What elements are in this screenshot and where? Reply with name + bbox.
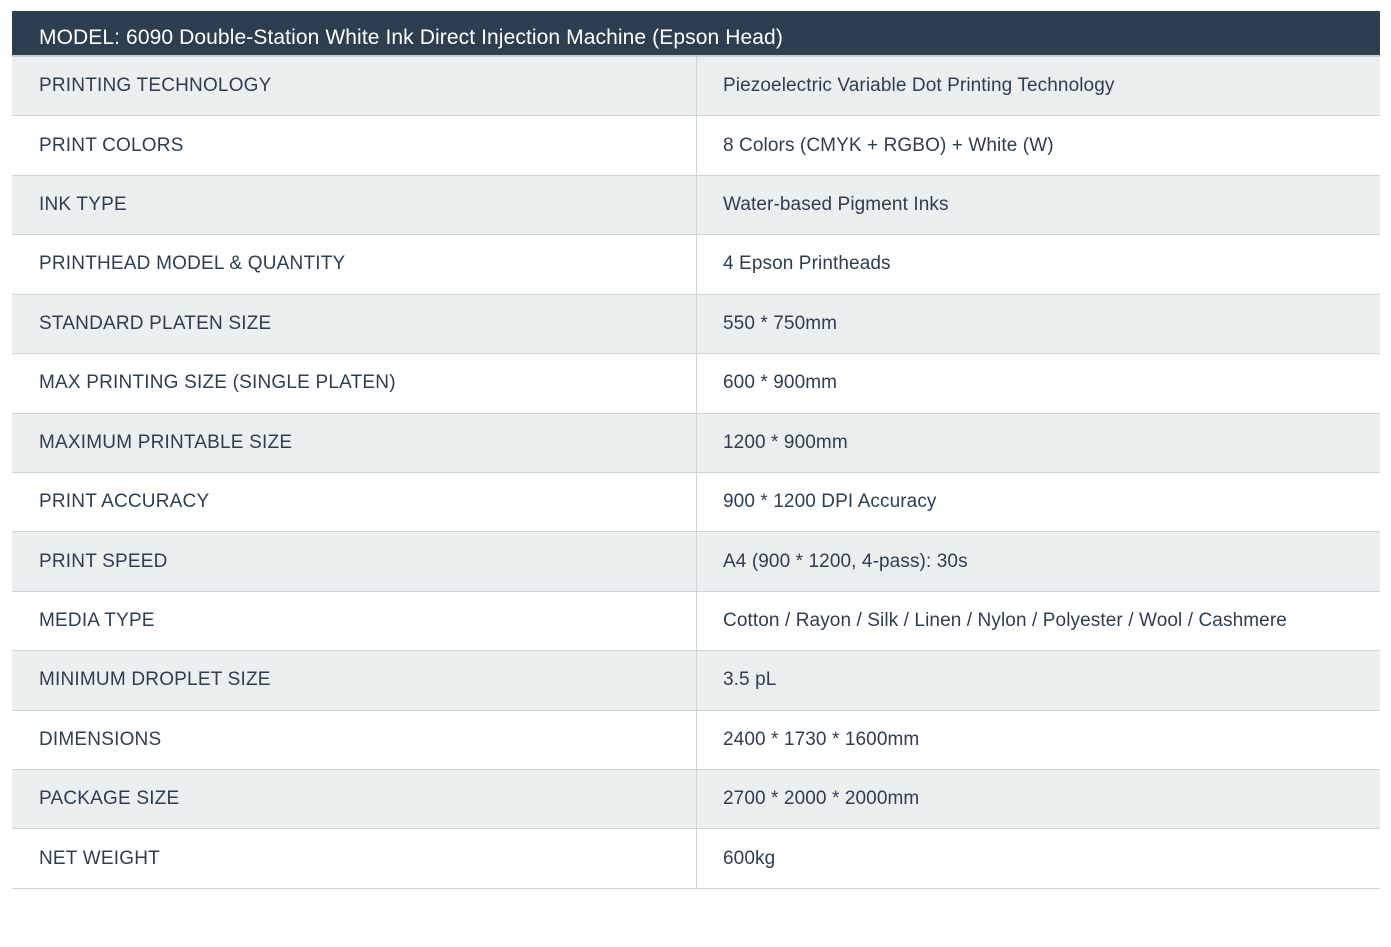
spec-rows: PRINTING TECHNOLOGY Piezoelectric Variabl… (12, 57, 1380, 889)
table-header: MODEL: 6090 Double-Station White Ink Dir… (12, 11, 1380, 57)
spec-value: 600 * 900mm (723, 372, 838, 394)
table-row: PACKAGE SIZE 2700 * 2000 * 2000mm (12, 770, 1380, 830)
model-title: MODEL: 6090 Double-Station White Ink Dir… (39, 25, 783, 49)
table-row: INK TYPE Water-based Pigment Inks (12, 175, 1380, 236)
spec-value: Cotton / Rayon / Silk / Linen / Nylon / … (723, 610, 1287, 631)
spec-value: 8 Colors (CMYK + RGBO) + White (W) (723, 134, 1054, 156)
spec-value: 900 * 1200 DPI Accuracy (723, 491, 937, 513)
spec-label: PRINT ACCURACY (12, 472, 697, 532)
table-row: PRINT ACCURACY 900 * 1200 DPI Accuracy (12, 472, 1380, 533)
spec-value: A4 (900 * 1200, 4-pass): 30s (723, 550, 968, 572)
spec-value: 4 Epson Printheads (723, 253, 891, 275)
spec-value: 2400 * 1730 * 1600mm (723, 728, 920, 750)
table-row: MAXIMUM PRINTABLE SIZE 1200 * 900mm (12, 413, 1380, 473)
spec-label: MINIMUM DROPLET SIZE (12, 651, 697, 710)
spec-label: INK TYPE (12, 175, 697, 235)
spec-value: 2700 * 2000 * 2000mm (723, 788, 920, 810)
table-row: MEDIA TYPE Cotton / Rayon / Silk / Linen … (12, 591, 1380, 652)
spec-value: 3.5 pL (723, 669, 777, 691)
table-row: DIMENSIONS 2400 * 1730 * 1600mm (12, 710, 1380, 771)
spec-label: PRINT SPEED (12, 532, 697, 591)
spec-label: PRINTING TECHNOLOGY (12, 57, 697, 116)
table-row: PRINTING TECHNOLOGY Piezoelectric Variabl… (12, 57, 1380, 117)
spec-label: STANDARD PLATEN SIZE (12, 294, 697, 354)
spec-label: PRINT COLORS (12, 116, 697, 175)
spec-label: NET WEIGHT (12, 829, 697, 888)
spec-value: 550 * 750mm (723, 312, 838, 334)
spec-label: MAXIMUM PRINTABLE SIZE (12, 413, 697, 472)
spec-value: 1200 * 900mm (723, 431, 848, 453)
spec-label: DIMENSIONS (12, 710, 697, 770)
table-row: MINIMUM DROPLET SIZE 3.5 pL (12, 651, 1380, 711)
spec-value: 600kg (723, 847, 776, 869)
spec-label: MEDIA TYPE (12, 591, 697, 651)
spec-label: PACKAGE SIZE (12, 770, 697, 829)
spec-label: PRINTHEAD MODEL & QUANTITY (12, 235, 697, 294)
table-row: NET WEIGHT 600kg (12, 829, 1380, 889)
table-row: STANDARD PLATEN SIZE 550 * 750mm (12, 294, 1380, 355)
spec-label: MAX PRINTING SIZE (SINGLE PLATEN) (12, 354, 697, 413)
spec-value: Piezoelectric Variable Dot Printing Tech… (723, 75, 1115, 97)
table-row: MAX PRINTING SIZE (SINGLE PLATEN) 600 * 9… (12, 354, 1380, 414)
table-row: PRINT COLORS 8 Colors (CMYK + RGBO) + Whi… (12, 116, 1380, 176)
spec-value: Water-based Pigment Inks (723, 194, 949, 216)
table-row: PRINT SPEED A4 (900 * 1200, 4-pass): 30s (12, 532, 1380, 592)
spec-table: MODEL: 6090 Double-Station White Ink Dir… (12, 11, 1380, 889)
table-row: PRINTHEAD MODEL & QUANTITY 4 Epson Printh… (12, 235, 1380, 295)
